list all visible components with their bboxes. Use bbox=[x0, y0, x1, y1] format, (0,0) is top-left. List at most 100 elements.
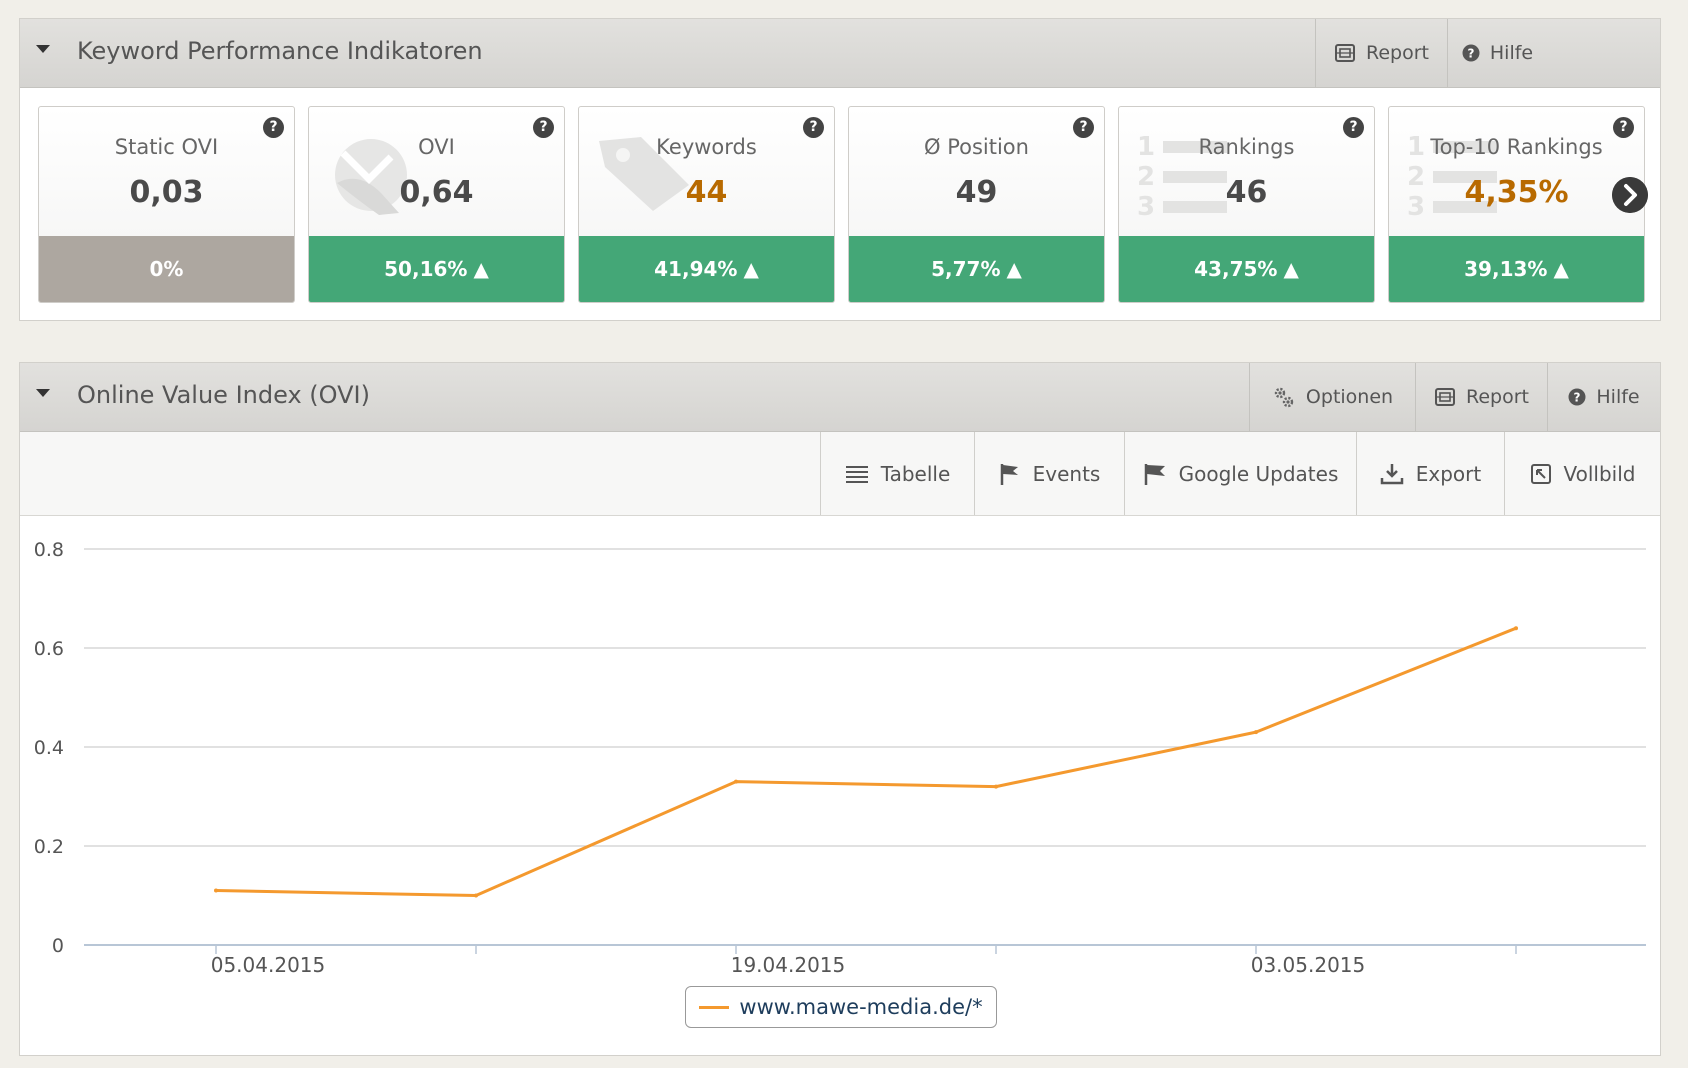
table-button[interactable]: Tabelle bbox=[820, 432, 974, 515]
kpi-change-value: 0% bbox=[149, 257, 184, 281]
report-icon bbox=[1435, 388, 1455, 406]
report-button[interactable]: Report bbox=[1415, 363, 1547, 431]
kpi-tile-change: 43,75% ▲ bbox=[1119, 236, 1374, 302]
trend-up-icon: ▲ bbox=[1553, 257, 1569, 281]
ovi-panel: Online Value Index (OVI) Optionen Report… bbox=[19, 362, 1661, 1056]
legend-series-name: www.mawe-media.de/* bbox=[739, 995, 983, 1019]
data-point bbox=[1254, 730, 1258, 735]
kpi-change-value: 43,75% bbox=[1194, 257, 1278, 281]
report-icon bbox=[1335, 44, 1355, 62]
fullscreen-icon bbox=[1530, 463, 1551, 484]
ovi-panel-title: Online Value Index (OVI) bbox=[77, 381, 370, 409]
export-button[interactable]: Export bbox=[1356, 432, 1504, 515]
data-point bbox=[734, 779, 738, 784]
download-icon bbox=[1380, 463, 1404, 484]
help-label: Hilfe bbox=[1489, 42, 1534, 64]
ovi-panel-header: Online Value Index (OVI) Optionen Report… bbox=[20, 363, 1660, 432]
help-icon: ? bbox=[1568, 388, 1586, 406]
help-question-icon[interactable]: ? bbox=[533, 117, 554, 138]
kpi-panel-title: Keyword Performance Indikatoren bbox=[77, 37, 483, 65]
kpi-change-value: 5,77% bbox=[931, 257, 1001, 281]
y-tick-label: 0.2 bbox=[34, 836, 64, 858]
kpi-tile-keywords[interactable]: Keywords 44 41,94% ▲ ? bbox=[578, 106, 835, 303]
flag-icon bbox=[1000, 463, 1018, 485]
kpi-tile-rankings[interactable]: 123 Rankings 46 43,75% ▲ ? bbox=[1118, 106, 1375, 303]
help-button[interactable]: ? Hilfe bbox=[1547, 363, 1660, 431]
export-label: Export bbox=[1415, 461, 1482, 486]
data-point bbox=[214, 888, 218, 893]
x-tick-label: 03.05.2015 bbox=[1251, 953, 1366, 977]
y-tick-label: 0.8 bbox=[34, 539, 64, 561]
collapse-caret-icon[interactable] bbox=[36, 389, 50, 397]
svg-text:?: ? bbox=[1467, 47, 1474, 61]
kpi-tile-position[interactable]: Ø Position 49 5,77% ▲ ? bbox=[848, 106, 1105, 303]
series-line bbox=[215, 626, 1517, 897]
kpi-tile-value: 44 bbox=[685, 175, 728, 210]
flag-icon bbox=[1144, 463, 1165, 485]
help-question-icon[interactable]: ? bbox=[1073, 117, 1094, 138]
collapse-caret-icon[interactable] bbox=[36, 45, 50, 53]
chart-toolbar: Tabelle Events Google Updates Export Vol… bbox=[20, 432, 1660, 516]
kpi-tile-change: 5,77% ▲ bbox=[849, 236, 1104, 302]
kpi-tile-ovi[interactable]: OVI 0,64 50,16% ▲ ? bbox=[308, 106, 565, 303]
next-arrow-icon[interactable] bbox=[1612, 177, 1648, 213]
data-point bbox=[474, 893, 478, 898]
svg-text:?: ? bbox=[1574, 391, 1581, 405]
help-question-icon[interactable]: ? bbox=[803, 117, 824, 138]
kpi-tile-value: 46 bbox=[1225, 175, 1268, 210]
kpi-tile-label: Rankings bbox=[1198, 135, 1295, 159]
fullscreen-label: Vollbild bbox=[1563, 461, 1636, 486]
y-tick-label: 0.4 bbox=[34, 737, 64, 759]
report-button[interactable]: Report bbox=[1315, 19, 1447, 87]
report-label: Report bbox=[1466, 386, 1529, 408]
kpi-tile-label: Keywords bbox=[656, 135, 757, 159]
options-button[interactable]: Optionen bbox=[1249, 363, 1415, 431]
kpi-tile-change: 39,13% ▲ bbox=[1389, 236, 1644, 302]
x-tick-label: 05.04.2015 bbox=[211, 953, 326, 977]
data-point bbox=[994, 784, 998, 789]
google-updates-button[interactable]: Google Updates bbox=[1124, 432, 1356, 515]
help-question-icon[interactable]: ? bbox=[1343, 117, 1364, 138]
report-label: Report bbox=[1366, 42, 1429, 64]
help-label: Hilfe bbox=[1596, 386, 1640, 408]
help-button[interactable]: ? Hilfe bbox=[1447, 19, 1547, 87]
kpi-change-value: 41,94% bbox=[654, 257, 738, 281]
kpi-tile-value: 49 bbox=[955, 175, 998, 210]
kpi-tile-top10-rankings[interactable]: 123 Top-10 Rankings 4,35% 39,13% ▲ ? bbox=[1388, 106, 1645, 303]
kpi-tile-value: 4,35% bbox=[1464, 175, 1569, 210]
data-point bbox=[1514, 626, 1518, 631]
kpi-tile-label: Static OVI bbox=[114, 135, 219, 159]
trend-up-icon: ▲ bbox=[1283, 257, 1299, 281]
fullscreen-button[interactable]: Vollbild bbox=[1504, 432, 1660, 515]
trend-up-icon: ▲ bbox=[743, 257, 759, 281]
list-icon bbox=[845, 465, 868, 483]
kpi-tile-label: Top-10 Rankings bbox=[1430, 135, 1603, 159]
options-label: Optionen bbox=[1305, 386, 1394, 408]
chart-legend[interactable]: www.mawe-media.de/* bbox=[685, 986, 997, 1028]
kpi-panel: Keyword Performance Indikatoren Report ?… bbox=[19, 18, 1661, 321]
y-tick-label: 0.6 bbox=[34, 638, 64, 660]
help-question-icon[interactable]: ? bbox=[1613, 117, 1634, 138]
kpi-change-value: 50,16% bbox=[384, 257, 468, 281]
kpi-tile-value: 0,03 bbox=[129, 175, 204, 210]
legend-swatch bbox=[699, 1005, 730, 1009]
table-label: Tabelle bbox=[880, 461, 951, 486]
kpi-tile-label: OVI bbox=[418, 135, 455, 159]
kpi-tile-value: 0,64 bbox=[399, 175, 474, 210]
kpi-change-value: 39,13% bbox=[1464, 257, 1548, 281]
kpi-tile-label: Ø Position bbox=[924, 135, 1029, 159]
trend-up-icon: ▲ bbox=[1006, 257, 1022, 281]
kpi-tile-change: 0% bbox=[39, 236, 294, 302]
help-question-icon[interactable]: ? bbox=[263, 117, 284, 138]
google-updates-label: Google Updates bbox=[1178, 461, 1339, 486]
events-label: Events bbox=[1032, 461, 1101, 486]
events-button[interactable]: Events bbox=[974, 432, 1124, 515]
ovi-line-chart: 0 0.2 0.4 0.6 0.8 05.04.2015 19.04.2015 03.05.2… bbox=[34, 539, 1646, 977]
kpi-tile-static-ovi[interactable]: Static OVI 0,03 0% ? bbox=[38, 106, 295, 303]
y-tick-label: 0 bbox=[52, 935, 64, 957]
x-tick-label: 19.04.2015 bbox=[731, 953, 846, 977]
kpi-panel-header: Keyword Performance Indikatoren Report ?… bbox=[20, 19, 1660, 88]
kpi-tile-change: 41,94% ▲ bbox=[579, 236, 834, 302]
gear-icon bbox=[1274, 387, 1294, 408]
help-icon: ? bbox=[1462, 44, 1480, 62]
